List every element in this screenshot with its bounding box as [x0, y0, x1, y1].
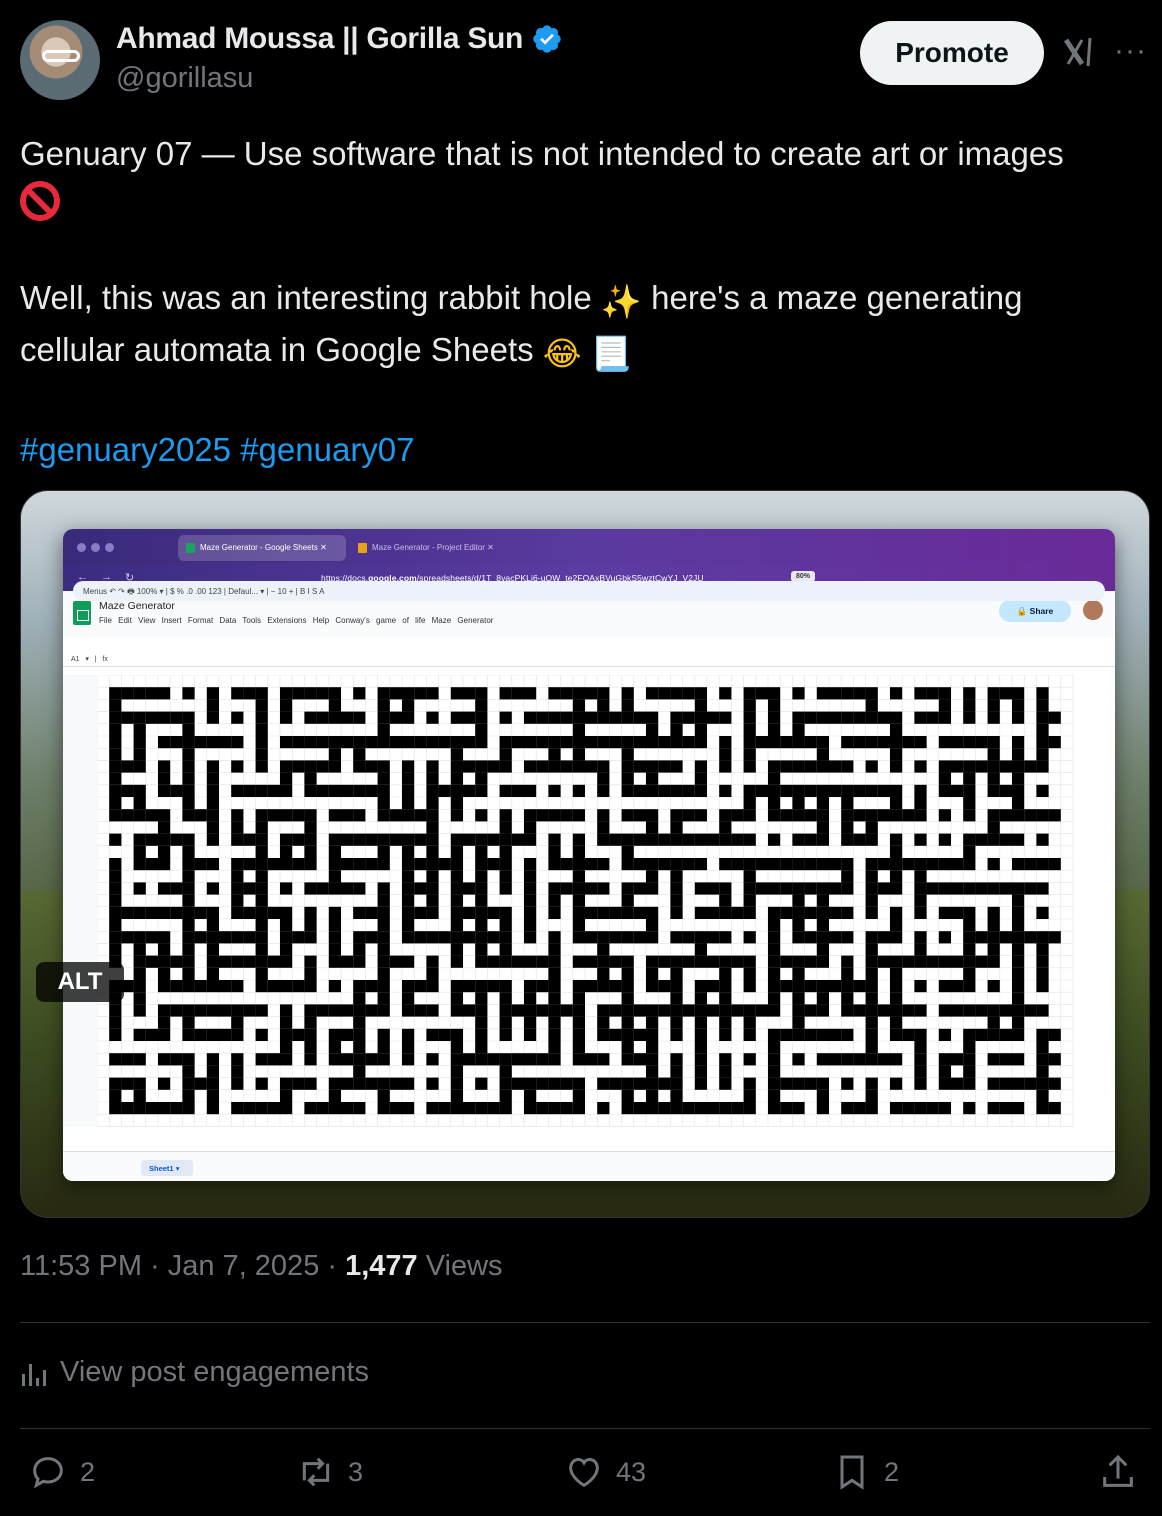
hashtag-genuary2025[interactable]: #genuary2025	[20, 431, 231, 468]
sheets-formula-bar: A1 ▾ | fx	[63, 653, 1115, 667]
repost-icon	[302, 1457, 330, 1487]
engagements-label[interactable]: View post engagements	[60, 1356, 369, 1389]
no-entry-emoji-icon	[20, 181, 60, 221]
views-count: 1,477	[345, 1250, 418, 1282]
author-name-text[interactable]: Ahmad Moussa || Gorilla Sun	[116, 22, 523, 56]
post-time[interactable]: 11:53 PM · Jan 7, 2025 ·	[20, 1250, 345, 1282]
promote-button[interactable]: Promote	[860, 21, 1044, 85]
action-bar: 2 3 43 2	[0, 1452, 1162, 1502]
share-icon	[1103, 1454, 1133, 1487]
tweet-line-2b: here's a maze generating	[651, 279, 1023, 316]
laughing-tears-emoji-icon: 😂	[542, 334, 582, 373]
scroll-emoji-icon: 📃	[590, 334, 632, 373]
alt-text-badge[interactable]: ALT	[36, 962, 124, 1002]
browser-tab-inactive: Maze Generator - Project Editor ✕	[350, 535, 518, 561]
browser-window-screenshot: Maze Generator - Google Sheets ✕ Maze Ge…	[63, 529, 1115, 1181]
hashtag-genuary07[interactable]: #genuary07	[240, 431, 414, 468]
verified-badge-icon	[533, 25, 561, 53]
divider	[20, 1428, 1150, 1429]
heart-icon	[569, 1457, 599, 1488]
repost-button[interactable]: 3	[296, 1452, 363, 1492]
post-timestamp[interactable]: 11:53 PM · Jan 7, 2025 · 1,477 Views	[20, 1250, 503, 1283]
like-count: 43	[616, 1456, 647, 1487]
author-name[interactable]: Ahmad Moussa || Gorilla Sun	[116, 22, 563, 56]
tweet-text: Genuary 07 — Use software that is not in…	[20, 130, 1140, 474]
view-engagements-link[interactable]: View post engagements	[22, 1356, 369, 1389]
repost-count: 3	[348, 1456, 364, 1487]
sheets-menu: File Edit View Insert Format Data Tools …	[99, 616, 494, 625]
sheets-logo-icon	[73, 601, 91, 625]
tab-inactive-label: Maze Generator - Project Editor	[372, 543, 485, 552]
analytics-icon	[22, 1360, 46, 1386]
browser-tab-bar: Maze Generator - Google Sheets ✕ Maze Ge…	[63, 529, 1115, 565]
sparkles-emoji-icon: ✨	[600, 282, 642, 321]
maze-spreadsheet-grid	[63, 675, 1115, 1145]
sheet-tab: Sheet1 ▾	[141, 1160, 193, 1176]
bookmark-icon	[840, 1455, 864, 1490]
maze-svg	[63, 675, 1074, 1127]
avatar[interactable]	[20, 20, 100, 100]
like-button[interactable]: 43	[564, 1452, 646, 1492]
sheets-footer: Sheet1 ▾	[63, 1151, 1115, 1181]
sheets-user-avatar	[1083, 600, 1103, 620]
browser-tab-active: Maze Generator - Google Sheets ✕	[178, 535, 346, 561]
tweet-line-2a: Well, this was an interesting rabbit hol…	[20, 279, 592, 316]
divider	[20, 1322, 1150, 1323]
reply-button[interactable]: 2	[28, 1452, 95, 1492]
sheets-doc-title: Maze Generator	[99, 600, 175, 612]
sheets-share-button: 🔒 Share	[999, 600, 1071, 622]
views-label: Views	[417, 1250, 503, 1282]
reply-count: 2	[80, 1456, 96, 1487]
share-button[interactable]	[1098, 1452, 1138, 1492]
author-handle[interactable]: @gorillasu	[116, 62, 253, 95]
tab-active-label: Maze Generator - Google Sheets	[200, 543, 318, 552]
bookmark-button[interactable]: 2	[832, 1452, 899, 1492]
tweet-line-1: Genuary 07 — Use software that is not in…	[20, 135, 1064, 172]
bookmark-count: 2	[884, 1456, 900, 1487]
reply-icon	[33, 1457, 63, 1489]
sheets-toolbar: Menus ↶ ↷ 🖶 100% ▾ | $ % .0 .00 123 | De…	[73, 581, 1105, 601]
more-options-icon[interactable]: ···	[1114, 36, 1150, 66]
grok-icon[interactable]	[1062, 34, 1096, 70]
tweet-media-image[interactable]: Maze Generator - Google Sheets ✕ Maze Ge…	[20, 490, 1150, 1218]
tweet-line-3: cellular automata in Google Sheets	[20, 331, 534, 368]
